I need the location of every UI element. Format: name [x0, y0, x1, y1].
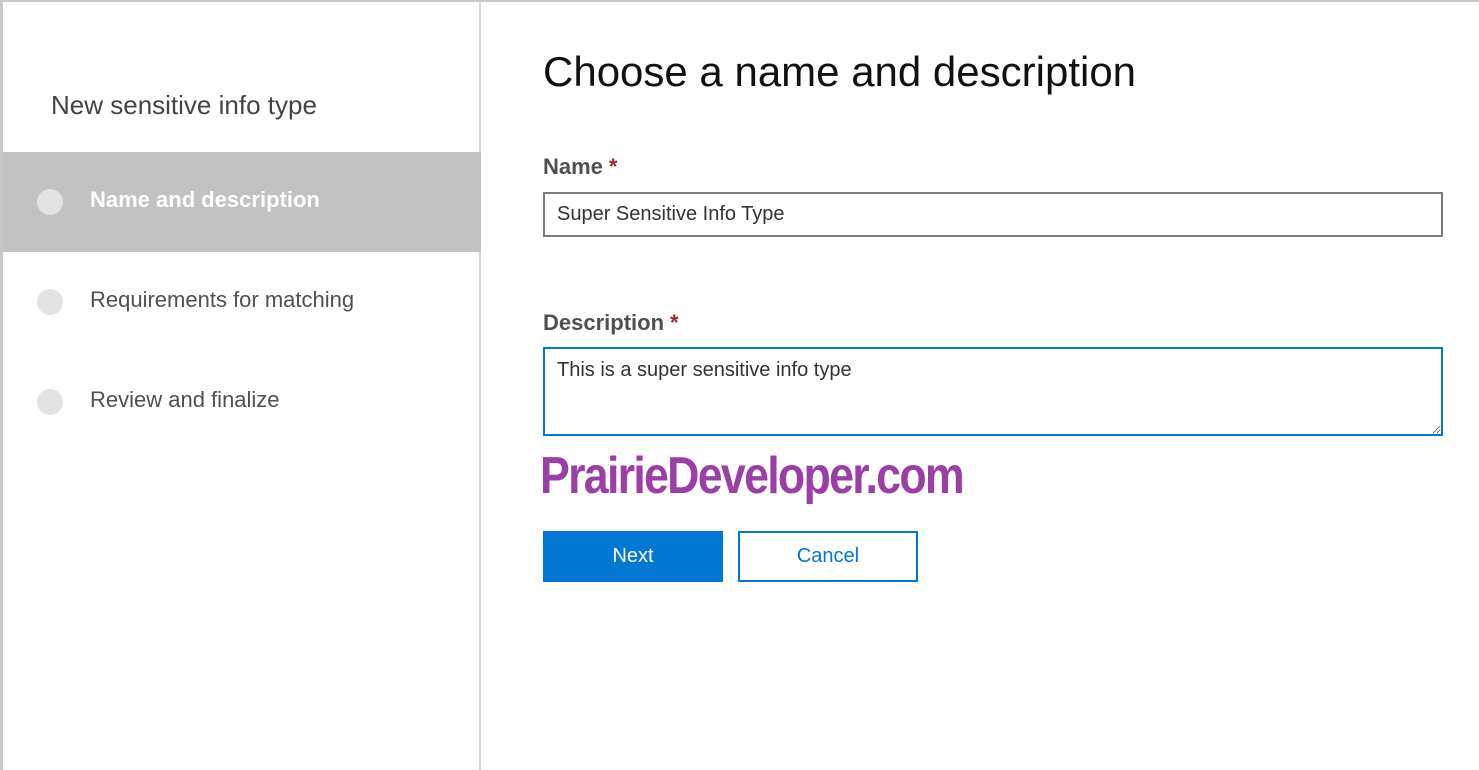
- name-input[interactable]: [543, 192, 1443, 237]
- step-label: Requirements for matching: [90, 287, 355, 312]
- step-review-and-finalize[interactable]: Review and finalize: [3, 352, 481, 452]
- page-title: Choose a name and description: [543, 48, 1137, 95]
- description-label-text: Description: [543, 310, 665, 335]
- step-name-and-description[interactable]: Name and description: [3, 152, 481, 252]
- name-label-text: Name: [543, 154, 603, 179]
- step-label: Name and description: [90, 187, 320, 212]
- next-button[interactable]: Next: [543, 531, 723, 582]
- step-requirements-for-matching[interactable]: Requirements for matching: [3, 252, 481, 352]
- step-status-circle-icon: [37, 289, 63, 315]
- step-status-circle-icon: [37, 189, 63, 215]
- name-field-label: Name *: [543, 154, 617, 180]
- step-status-circle-icon: [37, 389, 63, 415]
- required-marker: *: [670, 310, 679, 335]
- watermark-text: PrairieDeveloper.com: [540, 447, 965, 505]
- required-marker: *: [608, 154, 618, 179]
- description-textarea[interactable]: This is a super sensitive info type: [543, 347, 1443, 436]
- cancel-button[interactable]: Cancel: [738, 531, 918, 582]
- description-field-label: Description *: [543, 310, 679, 336]
- wizard-title: New sensitive info type: [51, 90, 317, 120]
- step-label: Review and finalize: [90, 387, 280, 412]
- main-content: Choose a name and description Name* Desc…: [483, 2, 1479, 770]
- wizard-sidebar: New sensitive info type Name and descrip…: [3, 2, 481, 770]
